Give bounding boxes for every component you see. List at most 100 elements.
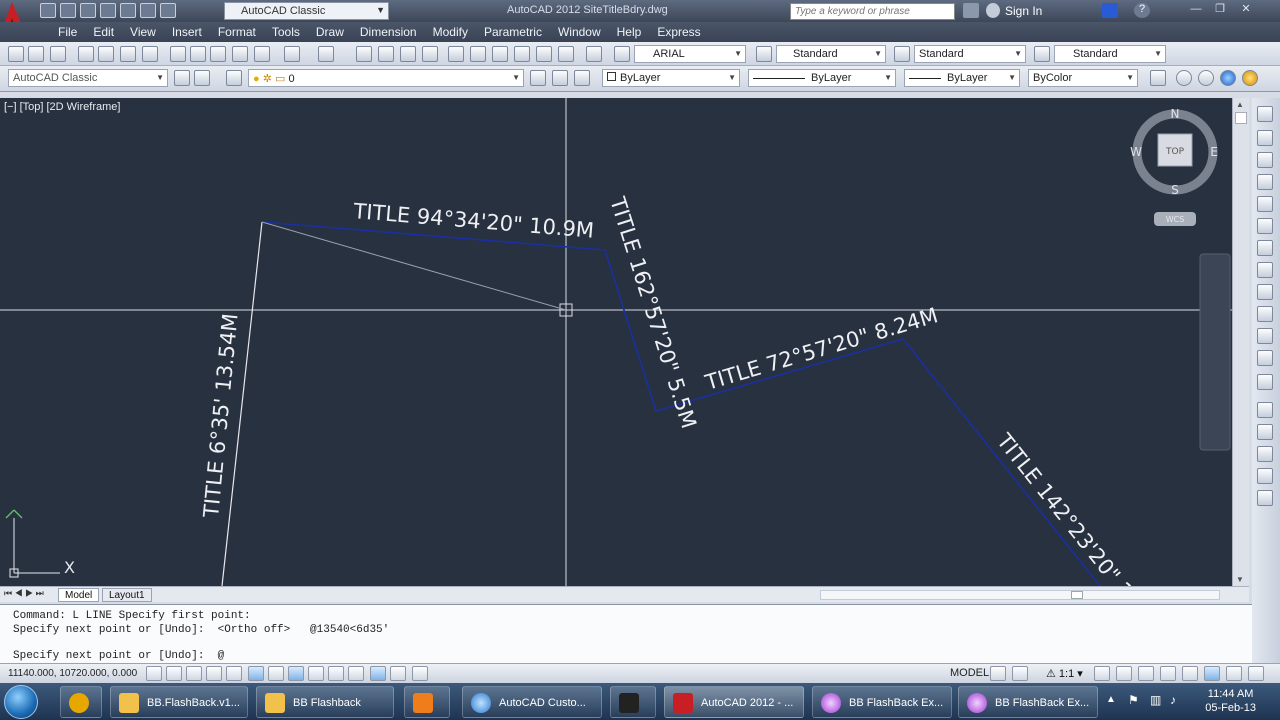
- redo-button-icon[interactable]: [318, 46, 334, 62]
- workspace-select-2[interactable]: AutoCAD Classic ▼: [8, 69, 168, 87]
- copy-object-icon[interactable]: [1257, 196, 1273, 212]
- snap-mode-icon[interactable]: [166, 666, 182, 681]
- zoom-realtime-icon[interactable]: [378, 46, 394, 62]
- tab-nav-arrows[interactable]: ⏮ ◀ ▶ ⏭: [4, 588, 44, 599]
- dim-style-select[interactable]: Standard ▼: [914, 45, 1026, 63]
- volume-icon[interactable]: ♪: [1170, 693, 1176, 707]
- layer-previous-icon[interactable]: [552, 70, 568, 86]
- selection-cycling-icon[interactable]: [412, 666, 428, 681]
- taskbar-item-bb-flashback-v1[interactable]: BB.FlashBack.v1...: [110, 686, 248, 718]
- no-entry-icon[interactable]: [1198, 70, 1214, 86]
- scroll-down-icon[interactable]: ▼: [1236, 575, 1244, 584]
- taskbar-pinned-media[interactable]: [60, 686, 102, 718]
- open-icon[interactable]: [60, 3, 76, 18]
- save-as-icon[interactable]: [100, 3, 116, 18]
- flag-icon[interactable]: ⚑: [1128, 693, 1139, 707]
- viewcube[interactable]: TOP N S E W WCS: [1130, 107, 1218, 226]
- quickcalc-icon[interactable]: [558, 46, 574, 62]
- object-snap-tracking-icon[interactable]: [288, 666, 304, 681]
- help-icon[interactable]: ?: [1134, 3, 1150, 18]
- object-snap-icon[interactable]: [248, 666, 264, 681]
- system-clock[interactable]: 11:44 AM 05-Feb-13: [1205, 687, 1256, 715]
- zoom-magnifier-icon[interactable]: [1257, 424, 1273, 440]
- lineweight-toggle-icon[interactable]: [348, 666, 364, 681]
- open-file-icon[interactable]: [28, 46, 44, 62]
- match-properties-icon[interactable]: [232, 46, 248, 62]
- menu-insert[interactable]: Insert: [164, 22, 210, 42]
- zoom-window-icon[interactable]: [400, 46, 416, 62]
- customize-icon[interactable]: [194, 70, 210, 86]
- status-menu-icon[interactable]: [1226, 666, 1242, 681]
- save-icon[interactable]: [80, 3, 96, 18]
- taskbar-item-bb-flashback[interactable]: BB Flashback: [256, 686, 394, 718]
- attribute-icon[interactable]: [1257, 152, 1273, 168]
- help-button-icon[interactable]: [586, 46, 602, 62]
- ortho-mode-icon[interactable]: [206, 666, 222, 681]
- find-icon[interactable]: [1257, 106, 1273, 122]
- zoom-extents-icon[interactable]: [1257, 374, 1273, 390]
- zoom-previous-icon[interactable]: [422, 46, 438, 62]
- cut-icon[interactable]: [170, 46, 186, 62]
- publish-icon[interactable]: [120, 46, 136, 62]
- redo-icon[interactable]: [160, 3, 176, 18]
- close-button[interactable]: ✕: [1236, 2, 1256, 16]
- block-icon[interactable]: [1257, 130, 1273, 146]
- menu-dimension[interactable]: Dimension: [352, 22, 425, 42]
- taskbar-item-autocad-custo[interactable]: AutoCAD Custo...: [462, 686, 602, 718]
- taskbar-item-bb-flashback-ex-2[interactable]: BB FlashBack Ex...: [958, 686, 1098, 718]
- 3d-dwf-icon[interactable]: [142, 46, 158, 62]
- plot-button-icon[interactable]: [78, 46, 94, 62]
- qnew-icon[interactable]: [8, 46, 24, 62]
- save-file-icon[interactable]: [50, 46, 66, 62]
- menu-modify[interactable]: Modify: [425, 22, 476, 42]
- polar-tracking-icon[interactable]: [226, 666, 242, 681]
- scroll-up-icon[interactable]: ▲: [1236, 100, 1244, 109]
- annotation-scale[interactable]: ⚠ 1:1 ▾: [1046, 667, 1083, 680]
- text-style-icon[interactable]: [614, 46, 630, 62]
- menu-view[interactable]: View: [122, 22, 164, 42]
- allow-ucs-icon[interactable]: [308, 666, 324, 681]
- network-icon[interactable]: ▥: [1150, 693, 1161, 707]
- show-hidden-icons-icon[interactable]: ▲: [1106, 694, 1116, 705]
- exchange-icon[interactable]: [1102, 3, 1118, 18]
- text-style-select[interactable]: Standard ▼: [776, 45, 886, 63]
- binoculars-icon[interactable]: [963, 3, 979, 18]
- menu-parametric[interactable]: Parametric: [476, 22, 550, 42]
- xref-icon[interactable]: [1257, 174, 1273, 190]
- menu-format[interactable]: Format: [210, 22, 264, 42]
- stretch-icon[interactable]: [1257, 350, 1273, 366]
- menu-express[interactable]: Express: [649, 22, 708, 42]
- 3d-osnap-icon[interactable]: [268, 666, 284, 681]
- tool-palettes-icon[interactable]: [492, 46, 508, 62]
- copy-icon[interactable]: [190, 46, 206, 62]
- start-button[interactable]: [4, 685, 38, 719]
- hscroll-thumb[interactable]: [1071, 591, 1083, 599]
- sphere-blue-icon[interactable]: [1220, 70, 1236, 86]
- menu-file[interactable]: File: [50, 22, 85, 42]
- menu-help[interactable]: Help: [609, 22, 650, 42]
- color-select[interactable]: ByLayer ▼: [602, 69, 740, 87]
- model-space-button[interactable]: MODEL: [950, 667, 989, 679]
- minimize-button[interactable]: —: [1186, 2, 1206, 16]
- pan-icon[interactable]: [356, 46, 372, 62]
- transparency-icon[interactable]: [370, 666, 386, 681]
- undo-icon[interactable]: [140, 3, 156, 18]
- design-center-icon[interactable]: [470, 46, 486, 62]
- sheet-set-icon[interactable]: [514, 46, 530, 62]
- render-off-icon[interactable]: [1176, 70, 1192, 86]
- plotstyle-select[interactable]: ByColor ▼: [1028, 69, 1138, 87]
- workspace-settings-icon[interactable]: [174, 70, 190, 86]
- layer-properties-icon[interactable]: [226, 70, 242, 86]
- command-window[interactable]: Command: L LINE Specify first point: Spe…: [0, 604, 1252, 663]
- command-input[interactable]: Specify next point or [Undo]: @: [13, 650, 224, 662]
- clean-screen-icon[interactable]: [1248, 666, 1264, 681]
- tab-model[interactable]: Model: [58, 588, 100, 602]
- plot-icon[interactable]: [120, 3, 136, 18]
- menu-tools[interactable]: Tools: [264, 22, 308, 42]
- taskbar-item-autocad-2012[interactable]: AutoCAD 2012 - ...: [664, 686, 804, 718]
- taskbar-item-bb-flashback-ex-1[interactable]: BB FlashBack Ex...: [812, 686, 952, 718]
- block-editor-icon[interactable]: [254, 46, 270, 62]
- taskbar-pinned-app[interactable]: [610, 686, 656, 718]
- scale-icon[interactable]: [1257, 328, 1273, 344]
- lineweight-select[interactable]: ByLayer ▼: [904, 69, 1020, 87]
